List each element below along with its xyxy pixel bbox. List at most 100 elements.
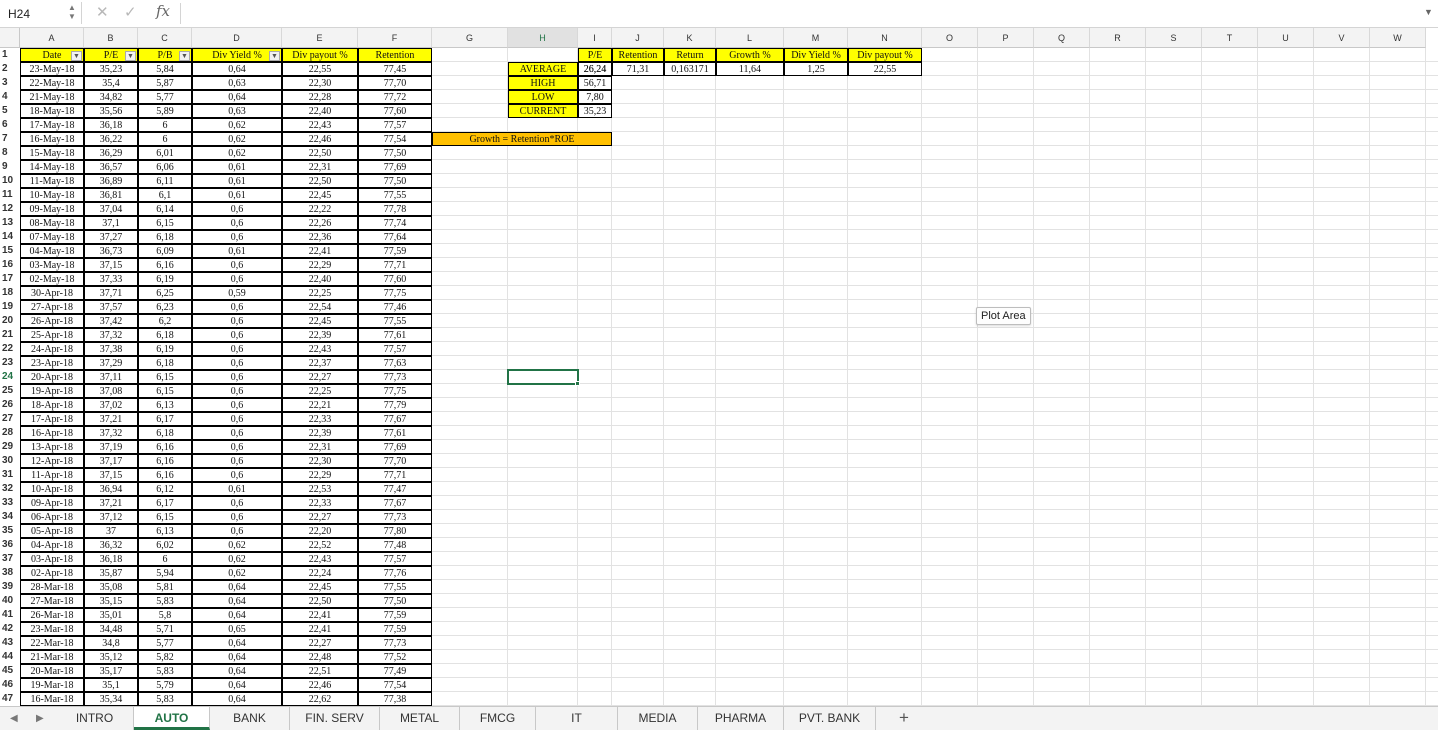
- table-cell[interactable]: 0,61: [192, 482, 282, 496]
- column-header-b[interactable]: B: [84, 28, 138, 48]
- summary-header[interactable]: Return: [664, 48, 716, 62]
- table-cell[interactable]: 35,08: [84, 580, 138, 594]
- table-cell[interactable]: 22,27: [282, 370, 358, 384]
- row-header[interactable]: 11: [0, 188, 20, 202]
- column-header-i[interactable]: I: [578, 28, 612, 48]
- summary-value[interactable]: 71,31: [612, 62, 664, 76]
- row-header[interactable]: 8: [0, 146, 20, 160]
- sheet-tab-fin-serv[interactable]: FIN. SERV: [290, 707, 380, 730]
- table-cell[interactable]: 22,45: [282, 314, 358, 328]
- row-header[interactable]: 23: [0, 356, 20, 370]
- table-header-cell[interactable]: P/E ▼: [84, 48, 138, 62]
- row-header[interactable]: 40: [0, 594, 20, 608]
- column-header-a[interactable]: A: [20, 28, 84, 48]
- table-cell[interactable]: 77,63: [358, 356, 432, 370]
- table-cell[interactable]: 6,15: [138, 216, 192, 230]
- table-cell[interactable]: 6: [138, 552, 192, 566]
- table-cell[interactable]: 0,61: [192, 188, 282, 202]
- table-cell[interactable]: 19-Apr-18: [20, 384, 84, 398]
- row-header[interactable]: 37: [0, 552, 20, 566]
- table-cell[interactable]: 34,8: [84, 636, 138, 650]
- row-header[interactable]: 28: [0, 426, 20, 440]
- row-header[interactable]: 24: [0, 370, 20, 384]
- filter-dropdown-icon[interactable]: ▼: [269, 51, 280, 61]
- table-cell[interactable]: 6,11: [138, 174, 192, 188]
- table-cell[interactable]: 77,78: [358, 202, 432, 216]
- table-cell[interactable]: 0,6: [192, 342, 282, 356]
- table-cell[interactable]: 22,29: [282, 468, 358, 482]
- table-cell[interactable]: 6,23: [138, 300, 192, 314]
- table-cell[interactable]: 02-Apr-18: [20, 566, 84, 580]
- column-header-g[interactable]: G: [432, 28, 508, 48]
- table-cell[interactable]: 35,1: [84, 678, 138, 692]
- table-cell[interactable]: 77,54: [358, 132, 432, 146]
- table-cell[interactable]: 35,56: [84, 104, 138, 118]
- table-cell[interactable]: 77,70: [358, 76, 432, 90]
- row-header[interactable]: 45: [0, 664, 20, 678]
- insert-function-icon[interactable]: fx: [156, 2, 170, 20]
- select-all-corner[interactable]: [0, 28, 20, 48]
- table-cell[interactable]: 6,14: [138, 202, 192, 216]
- table-cell[interactable]: 23-Apr-18: [20, 356, 84, 370]
- table-cell[interactable]: 22,28: [282, 90, 358, 104]
- column-header-t[interactable]: T: [1202, 28, 1258, 48]
- row-header[interactable]: 15: [0, 244, 20, 258]
- table-cell[interactable]: 35,4: [84, 76, 138, 90]
- table-cell[interactable]: 09-May-18: [20, 202, 84, 216]
- table-cell[interactable]: 23-May-18: [20, 62, 84, 76]
- row-header[interactable]: 27: [0, 412, 20, 426]
- table-cell[interactable]: 22,46: [282, 132, 358, 146]
- table-cell[interactable]: 5,82: [138, 650, 192, 664]
- table-cell[interactable]: 08-May-18: [20, 216, 84, 230]
- column-header-d[interactable]: D: [192, 28, 282, 48]
- row-header[interactable]: 33: [0, 496, 20, 510]
- column-header-h[interactable]: H: [508, 28, 578, 48]
- table-cell[interactable]: 77,54: [358, 678, 432, 692]
- fill-handle[interactable]: [575, 381, 580, 386]
- table-cell[interactable]: 02-May-18: [20, 272, 84, 286]
- table-cell[interactable]: 22,50: [282, 146, 358, 160]
- row-header[interactable]: 20: [0, 314, 20, 328]
- summary-header[interactable]: Div Yield %: [784, 48, 848, 62]
- table-cell[interactable]: 22,40: [282, 104, 358, 118]
- table-cell[interactable]: 6,16: [138, 440, 192, 454]
- table-cell[interactable]: 77,59: [358, 622, 432, 636]
- table-cell[interactable]: 6,2: [138, 314, 192, 328]
- table-cell[interactable]: 22,27: [282, 636, 358, 650]
- table-cell[interactable]: 26-Apr-18: [20, 314, 84, 328]
- table-cell[interactable]: 37,15: [84, 258, 138, 272]
- table-cell[interactable]: 0,64: [192, 62, 282, 76]
- table-cell[interactable]: 6,19: [138, 342, 192, 356]
- row-header[interactable]: 44: [0, 650, 20, 664]
- table-cell[interactable]: 77,70: [358, 454, 432, 468]
- table-cell[interactable]: 22,29: [282, 258, 358, 272]
- row-header[interactable]: 31: [0, 468, 20, 482]
- table-cell[interactable]: 14-May-18: [20, 160, 84, 174]
- table-cell[interactable]: 77,69: [358, 440, 432, 454]
- table-cell[interactable]: 18-Apr-18: [20, 398, 84, 412]
- table-cell[interactable]: 37,32: [84, 426, 138, 440]
- sheet-tab-auto[interactable]: AUTO: [134, 707, 210, 730]
- table-cell[interactable]: 27-Apr-18: [20, 300, 84, 314]
- table-cell[interactable]: 77,59: [358, 608, 432, 622]
- table-cell[interactable]: 77,74: [358, 216, 432, 230]
- column-header-v[interactable]: V: [1314, 28, 1370, 48]
- table-cell[interactable]: 6,17: [138, 412, 192, 426]
- table-cell[interactable]: 22-May-18: [20, 76, 84, 90]
- table-cell[interactable]: 5,89: [138, 104, 192, 118]
- table-cell[interactable]: 0,64: [192, 678, 282, 692]
- table-cell[interactable]: 77,55: [358, 314, 432, 328]
- table-cell[interactable]: 37,57: [84, 300, 138, 314]
- table-header-cell[interactable]: Retention: [358, 48, 432, 62]
- table-cell[interactable]: 22,21: [282, 398, 358, 412]
- row-header[interactable]: 47: [0, 692, 20, 706]
- table-cell[interactable]: 22,25: [282, 286, 358, 300]
- table-cell[interactable]: 77,73: [358, 510, 432, 524]
- table-cell[interactable]: 05-Apr-18: [20, 524, 84, 538]
- table-cell[interactable]: 0,6: [192, 370, 282, 384]
- table-cell[interactable]: 0,6: [192, 496, 282, 510]
- cancel-icon[interactable]: ✕: [96, 3, 109, 21]
- table-cell[interactable]: 16-Apr-18: [20, 426, 84, 440]
- table-header-cell[interactable]: P/B ▼: [138, 48, 192, 62]
- row-header[interactable]: 12: [0, 202, 20, 216]
